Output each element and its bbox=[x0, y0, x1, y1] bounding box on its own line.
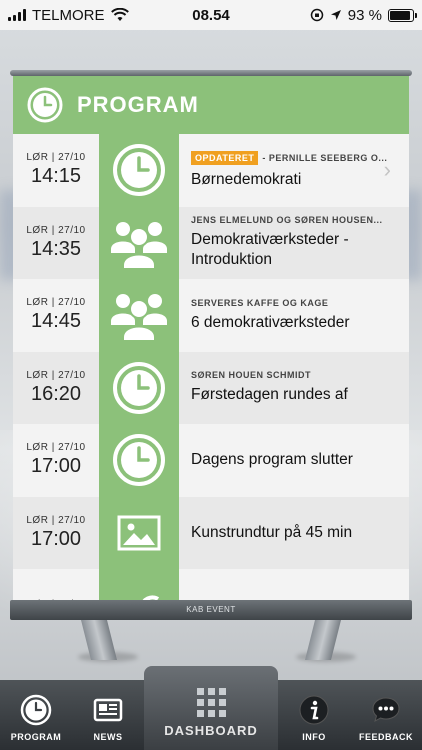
clock-icon bbox=[99, 351, 179, 424]
page-title: PROGRAM bbox=[77, 92, 199, 117]
banner-header: PROGRAM bbox=[13, 76, 409, 134]
time-column: LØR | 27/10 bbox=[13, 569, 99, 604]
program-row[interactable]: LØR | 27/10 17:00 Dagens program slutter bbox=[13, 424, 409, 497]
battery-percent: 93 % bbox=[347, 6, 382, 24]
tab-feedback[interactable]: FEEDBACK bbox=[350, 694, 422, 750]
event-title: 6 demokrativærksteder bbox=[191, 313, 350, 331]
orientation-lock-icon bbox=[310, 8, 324, 22]
event-title: Demokrativærksteder - Introduktion bbox=[191, 231, 349, 269]
event-title: Dagens program slutter bbox=[191, 451, 353, 469]
event-day: LØR | 27/10 bbox=[26, 224, 86, 236]
banner-base: KAB EVENT bbox=[10, 600, 412, 620]
event-day: LØR | 27/10 bbox=[26, 369, 86, 381]
event-meta: SERVERES KAFFE OG KAGE bbox=[191, 298, 395, 308]
tab-program[interactable]: PROGRAM bbox=[0, 694, 72, 750]
tab-bar: PROGRAM NEWS DASHBOARD INFO FEEDBACK bbox=[0, 666, 422, 750]
time-column: LØR | 27/10 16:20 bbox=[13, 351, 99, 424]
chat-bubble-icon bbox=[372, 697, 400, 723]
newspaper-icon bbox=[93, 698, 123, 722]
event-subtitle: SERVERES KAFFE OG KAGE bbox=[191, 297, 329, 308]
time-column: LØR | 27/10 14:35 bbox=[13, 206, 99, 279]
event-time: 14:15 bbox=[30, 165, 82, 188]
tab-dashboard[interactable]: DASHBOARD bbox=[144, 666, 278, 750]
event-meta: OPDATERET - PERNILLE SEEBERG O... bbox=[191, 150, 395, 165]
event-info: SERVERES KAFFE OG KAGE 6 demokrativærkste… bbox=[179, 279, 409, 352]
battery-icon bbox=[388, 8, 417, 22]
food-icon bbox=[99, 569, 179, 604]
battery-level bbox=[390, 10, 411, 20]
event-time: 17:00 bbox=[30, 455, 82, 478]
tab-label: FEEDBACK bbox=[358, 732, 413, 742]
program-list: LØR | 27/10 14:15 OPDATERET - PERNILLE SEEB… bbox=[13, 134, 409, 604]
status-bar: TELMORE 08.54 93 % bbox=[0, 0, 422, 30]
event-day: LØR | 27/10 bbox=[26, 442, 86, 454]
event-meta: SØREN HOUEN SCHMIDT bbox=[191, 370, 395, 380]
program-row[interactable]: LØR | 27/10 14:35 JENS ELMELUND OG SØREN H… bbox=[13, 206, 409, 279]
grid-icon bbox=[196, 688, 226, 717]
tab-label: INFO bbox=[302, 732, 326, 742]
wifi-icon bbox=[110, 8, 129, 21]
time-column: LØR | 27/10 14:15 bbox=[13, 134, 99, 207]
tab-label: DASHBOARD bbox=[164, 723, 258, 738]
time-column: LØR | 27/10 17:00 bbox=[13, 496, 99, 569]
time-column: LØR | 27/10 14:45 bbox=[13, 279, 99, 352]
clock-time: 08.54 bbox=[192, 6, 230, 24]
carrier-name: TELMORE bbox=[32, 6, 105, 24]
event-info: Dagens program slutter bbox=[179, 424, 409, 497]
clock-icon bbox=[20, 694, 52, 726]
image-icon bbox=[99, 496, 179, 569]
clock-icon bbox=[99, 134, 179, 207]
tab-label: PROGRAM bbox=[10, 732, 62, 742]
program-row[interactable]: LØR | 27/10 bbox=[13, 569, 409, 604]
event-time: 14:45 bbox=[30, 310, 82, 333]
chevron-right-icon: › bbox=[383, 157, 391, 183]
clock-icon bbox=[27, 87, 63, 123]
program-row[interactable]: LØR | 27/10 16:20 SØREN HOUEN SCHMIDT Først… bbox=[13, 351, 409, 424]
group-icon bbox=[99, 206, 179, 279]
signal-icon bbox=[8, 9, 26, 21]
group-icon bbox=[99, 279, 179, 352]
program-banner: PROGRAM LØR | 27/10 14:15 OPDATERET - PERNI… bbox=[13, 76, 409, 604]
event-day: LØR | 27/10 bbox=[26, 514, 86, 526]
event-info: SØREN HOUEN SCHMIDT Førstedagen rundes af bbox=[179, 351, 409, 424]
event-title: Kunstrundtur på 45 min bbox=[191, 523, 353, 541]
location-arrow-icon bbox=[330, 10, 341, 20]
event-info: JENS ELMELUND OG SØREN HOUSEN... Demokrat… bbox=[179, 206, 409, 279]
event-day: LØR | 27/10 bbox=[26, 152, 86, 164]
event-subtitle: - PERNILLE SEEBERG O... bbox=[262, 152, 388, 163]
tab-info[interactable]: INFO bbox=[278, 694, 350, 750]
program-row[interactable]: LØR | 27/10 14:15 OPDATERET - PERNILLE SEEB… bbox=[13, 134, 409, 207]
program-row[interactable]: LØR | 27/10 14:45 SERVERES KAFFE OG KAGE 6 … bbox=[13, 279, 409, 352]
event-title: Førstedagen rundes af bbox=[191, 386, 348, 404]
event-time: 14:35 bbox=[30, 237, 82, 260]
event-subtitle: JENS ELMELUND OG SØREN HOUSEN... bbox=[191, 215, 383, 226]
event-time: 16:20 bbox=[30, 382, 82, 405]
tab-label: NEWS bbox=[93, 732, 123, 742]
event-info: OPDATERET - PERNILLE SEEBERG O... Børnedem… bbox=[179, 134, 409, 207]
event-day: LØR | 27/10 bbox=[26, 297, 86, 309]
program-row[interactable]: LØR | 27/10 17:00 Kunstrundtur på 45 min bbox=[13, 496, 409, 569]
clock-icon bbox=[99, 424, 179, 497]
event-time: 17:00 bbox=[30, 527, 82, 550]
event-title: Børnedemokrati bbox=[191, 170, 302, 188]
event-info: Kunstrundtur på 45 min bbox=[179, 496, 409, 569]
time-column: LØR | 27/10 17:00 bbox=[13, 424, 99, 497]
event-info bbox=[179, 569, 409, 604]
updated-badge: OPDATERET bbox=[191, 150, 259, 165]
tab-news[interactable]: NEWS bbox=[72, 694, 144, 750]
event-subtitle: SØREN HOUEN SCHMIDT bbox=[191, 370, 312, 381]
info-icon bbox=[299, 695, 329, 725]
event-meta: JENS ELMELUND OG SØREN HOUSEN... bbox=[191, 215, 395, 225]
